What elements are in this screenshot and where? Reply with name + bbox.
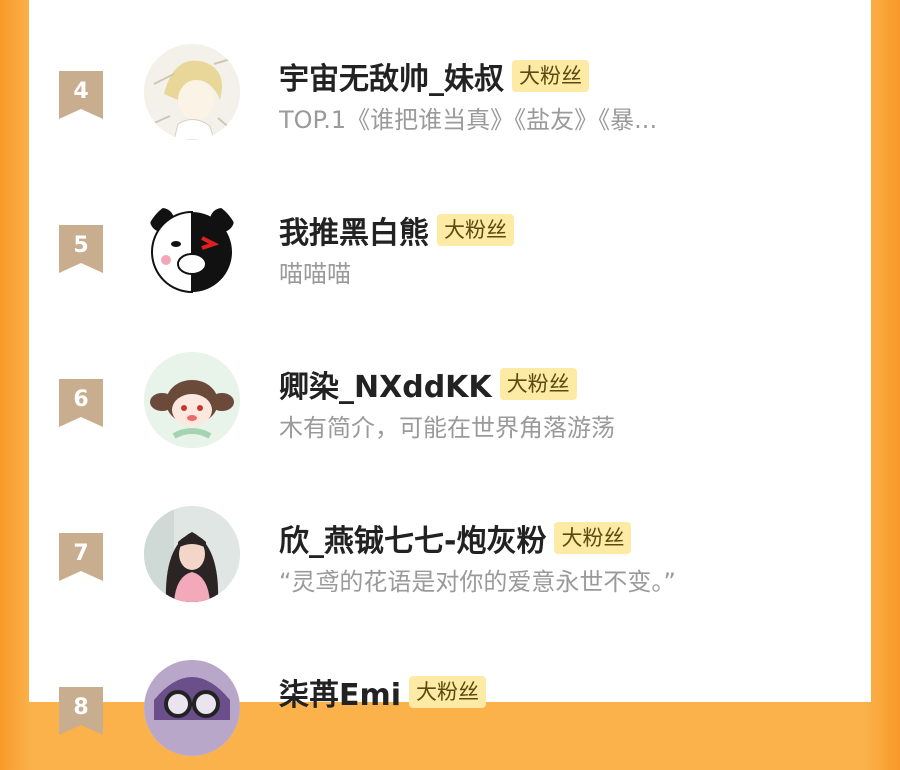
anime-boy-avatar-icon [144,44,240,140]
fan-level-badge: 大粉丝 [512,60,589,92]
fan-level-badge: 大粉丝 [409,676,487,708]
rank-number: 5 [73,233,89,258]
fan-level-badge: 大粉丝 [437,214,514,246]
rank-tag: 6 [59,379,103,427]
fan-ranking-row[interactable]: 7 欣_燕铖七七-炮灰粉 大粉丝 “灵鸢的花语是对你的爱意永世不变。” [29,506,871,616]
fan-ranking-row[interactable]: 5 我推黑白熊 大粉丝 喵喵喵 [29,198,871,308]
glasses-avatar-icon [144,660,240,756]
avatar[interactable] [144,44,240,140]
fan-level-badge: 大粉丝 [499,368,577,400]
avatar[interactable] [144,352,240,448]
monokuma-bear-avatar-icon [144,198,240,294]
user-name[interactable]: 宇宙无敌帅_妹叔 [279,54,504,98]
user-bio: 喵喵喵 [279,260,351,288]
rank-tag: 5 [59,225,103,273]
fan-ranking-row[interactable]: 6 卿染_NXddKK 大粉丝 木有简介，可能在世界角落游荡 [29,352,871,462]
rank-tag: 8 [59,687,103,735]
user-name[interactable]: 我推黑白熊 [279,208,429,252]
avatar[interactable] [144,198,240,294]
user-bio: “灵鸢的花语是对你的爱意永世不变。” [279,568,676,596]
photo-girl-avatar-icon [144,506,240,602]
user-name[interactable]: 欣_燕铖七七-炮灰粉 [279,516,546,560]
user-name[interactable]: 卿染_NXddKK [279,362,492,406]
rank-number: 8 [73,695,89,720]
fan-ranking-row[interactable]: 4 宇宙无敌帅_妹叔 大粉丝 TOP.1《谁把谁当真》《盐友》《暴... [29,44,871,154]
rank-tag: 4 [59,71,103,119]
avatar[interactable] [144,506,240,602]
rank-number: 4 [73,79,89,104]
fan-ranking-row[interactable]: 8 柒苒Emi 大粉丝 [29,660,871,770]
fan-level-badge: 大粉丝 [554,522,632,554]
rank-number: 6 [73,387,89,412]
rank-number: 7 [73,541,89,566]
avatar[interactable] [144,660,240,756]
user-name[interactable]: 柒苒Emi [279,670,401,714]
chibi-girl-avatar-icon [144,352,240,448]
user-bio: TOP.1《谁把谁当真》《盐友》《暴... [279,106,658,134]
rank-tag: 7 [59,533,103,581]
user-bio: 木有简介，可能在世界角落游荡 [279,414,615,442]
fan-ranking-panel: 4 宇宙无敌帅_妹叔 大粉丝 TOP.1《谁把谁当真》《盐友》《暴... 5 我… [29,0,871,756]
